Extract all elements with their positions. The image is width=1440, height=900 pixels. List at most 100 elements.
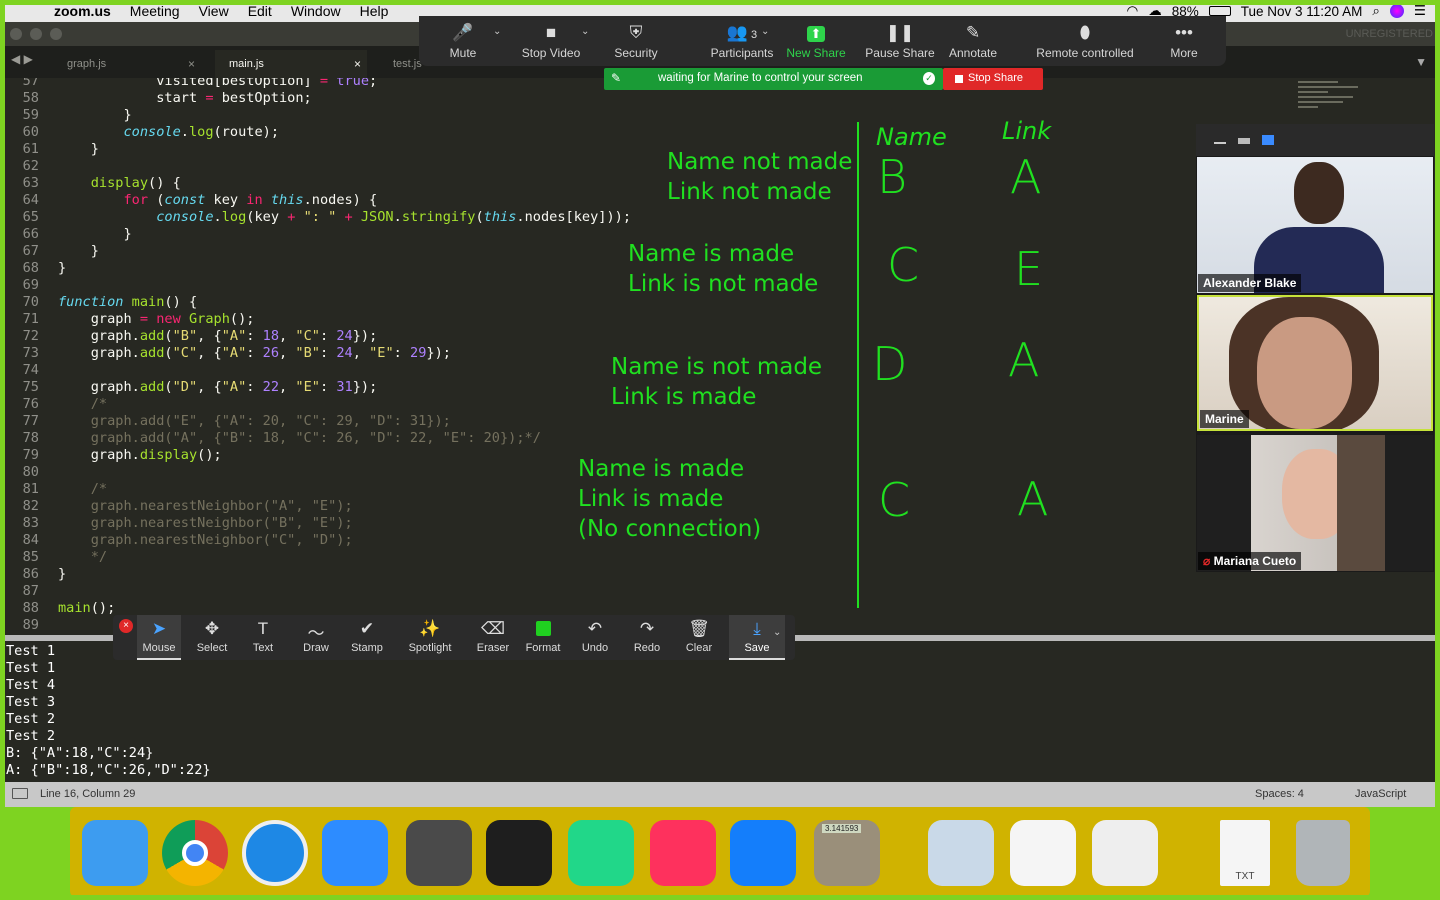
annotate-tool-mouse[interactable]: ➤ Mouse (137, 615, 181, 660)
code-line[interactable]: 58 start = bestOption; (5, 90, 885, 107)
spotlight-search-icon[interactable]: ⌕ (1372, 3, 1380, 19)
menu-help[interactable]: Help (360, 3, 389, 19)
menubar-clock[interactable]: Tue Nov 3 11:20 AM (1241, 4, 1363, 19)
minimize-panel-icon[interactable] (1214, 142, 1226, 144)
terminal-icon[interactable] (486, 820, 552, 886)
code-text: graph.add("D", {"A": 22, "E": 31}); (58, 379, 378, 395)
annotate-tool-draw[interactable]: 〜 Draw (291, 615, 341, 660)
indentation-setting[interactable]: Spaces: 4 (1255, 788, 1304, 800)
gallery-view-icon[interactable] (1238, 138, 1250, 144)
code-line[interactable]: 65 console.log(key + ": " + JSON.stringi… (5, 209, 885, 226)
tab-close-icon[interactable]: × (354, 57, 361, 71)
toolbar-mute-button[interactable]: 🎤 Mute (427, 16, 499, 66)
code-line[interactable]: 60 console.log(route); (5, 124, 885, 141)
finder-icon[interactable] (82, 820, 148, 886)
annotate-tool-text[interactable]: T Text (239, 615, 287, 660)
syntax-language[interactable]: JavaScript (1355, 788, 1406, 800)
toolbar-remote-controlled-button[interactable]: ⬮ Remote controlled (1022, 16, 1148, 66)
chrome-icon[interactable] (162, 820, 228, 886)
draw-icon: 〜 (307, 624, 325, 643)
notification-center-icon[interactable]: ☰ (1414, 3, 1426, 19)
textedit-icon[interactable] (1092, 820, 1158, 886)
video-tile-marine[interactable]: Marine (1197, 295, 1433, 431)
tab-close-icon[interactable]: × (188, 57, 195, 71)
line-number: 84 (22, 532, 39, 548)
preview-icon[interactable] (928, 820, 994, 886)
annotation-name-1: B (877, 150, 908, 204)
code-line[interactable]: 71 graph = new Graph(); (5, 311, 885, 328)
share-screen-icon: ⬆ (781, 16, 851, 46)
toolbar-pause-share-button[interactable]: ❚❚ Pause Share (859, 16, 941, 66)
file-type-label: TXT (1235, 871, 1255, 882)
annotate-tool-format[interactable]: Format (519, 615, 567, 660)
menu-meeting[interactable]: Meeting (130, 3, 180, 19)
annotate-tool-spotlight[interactable]: ✨ Spotlight (397, 615, 463, 660)
close-annotation-icon[interactable]: × (119, 619, 133, 633)
trash-icon[interactable] (1296, 820, 1350, 886)
annotation-header-link: Link (1002, 117, 1052, 145)
speaker-view-icon[interactable] (1262, 135, 1274, 145)
xcode-icon[interactable] (730, 820, 796, 886)
annotation-block-2: Name is made Link is not made (628, 241, 819, 297)
console-toggle-icon[interactable] (12, 788, 28, 799)
annotate-tool-undo[interactable]: ↶ Undo (569, 615, 621, 660)
toolbar-annotate-button[interactable]: ✎ Annotate (943, 16, 1003, 66)
console-line: A: {"B":18,"C":26,"D":22} (6, 762, 211, 778)
mute-options-chevron-icon[interactable]: ⌄ (493, 26, 501, 37)
code-line[interactable]: 72 graph.add("B", {"A": 18, "C": 24}); (5, 328, 885, 345)
toolbar-security-button[interactable]: ⛨ Security (609, 16, 663, 66)
stop-share-button[interactable]: Stop Share (943, 68, 1043, 90)
reminders-icon[interactable] (1010, 820, 1076, 886)
code-line[interactable]: 78 graph.add("A", {"B": 18, "C": 26, "D"… (5, 430, 885, 447)
code-line[interactable]: 87 (5, 583, 885, 600)
code-text: graph.add("E", {"A": 20, "C": 29, "D": 3… (90, 413, 451, 429)
window-minimize-button[interactable] (30, 28, 42, 40)
line-number: 88 (22, 600, 39, 616)
annotate-tool-clear[interactable]: 🗑 Clear (673, 615, 725, 660)
annotate-tool-redo[interactable]: ↷ Redo (621, 615, 673, 660)
pycharm-icon[interactable] (568, 820, 634, 886)
code-line[interactable]: 86} (5, 566, 885, 583)
line-number: 65 (22, 209, 39, 225)
code-text: main(); (58, 600, 116, 616)
menu-app-zoom[interactable]: zoom.us (54, 3, 111, 19)
calculator-icon[interactable]: 3.141593 (814, 820, 880, 886)
tab-main-js[interactable]: main.js × (215, 50, 367, 78)
video-options-chevron-icon[interactable]: ⌄ (581, 26, 589, 37)
toolbar-stop-video-button[interactable]: ■ Stop Video (507, 16, 595, 66)
menu-window[interactable]: Window (291, 3, 341, 19)
tab-graph-js[interactable]: graph.js × (53, 50, 201, 78)
toolbar-more-button[interactable]: ••• More (1154, 16, 1214, 66)
code-line[interactable]: 77 graph.add("E", {"A": 20, "C": 29, "D"… (5, 413, 885, 430)
video-tile-mariana[interactable]: ⌀ Mariana Cueto (1197, 435, 1433, 571)
toolbar-label: Stop Video (521, 46, 581, 60)
code-line[interactable]: 85 */ (5, 549, 885, 566)
mouse-pointer-icon: ➤ (151, 619, 167, 638)
video-tile-alexander[interactable]: Alexander Blake (1197, 157, 1433, 293)
window-close-button[interactable] (10, 28, 22, 40)
menu-view[interactable]: View (199, 3, 229, 19)
console-line: Test 4 (6, 677, 56, 693)
toolbar-new-share-button[interactable]: ⬆ New Share (781, 16, 851, 66)
annotate-tool-stamp[interactable]: ✔ Stamp (343, 615, 391, 660)
intellij-icon[interactable] (650, 820, 716, 886)
participants-chevron-icon[interactable]: ⌄ (761, 26, 769, 37)
toolbar-label: Remote controlled (1036, 46, 1134, 60)
annotate-tool-select[interactable]: ✥ Select (189, 615, 235, 660)
line-number: 74 (22, 362, 39, 378)
battery-icon[interactable] (1208, 6, 1231, 16)
save-options-chevron-icon[interactable]: ⌄ (773, 627, 781, 638)
sublime-text-icon[interactable] (406, 820, 472, 886)
siri-icon[interactable] (1389, 4, 1404, 18)
line-number: 73 (22, 345, 39, 361)
tab-overflow-menu-icon[interactable]: ▼ (1415, 55, 1427, 69)
annotate-tool-eraser[interactable]: ⌫ Eraser (467, 615, 519, 660)
tab-nav-arrows-icon[interactable]: ◀ ▶ (11, 52, 33, 66)
menu-edit[interactable]: Edit (248, 3, 272, 19)
code-line[interactable]: 59 } (5, 107, 885, 124)
code-text: visited[bestOption] = true; (58, 78, 378, 89)
zoom-app-icon[interactable] (322, 820, 388, 886)
safari-icon[interactable] (242, 820, 308, 886)
txt-file-icon[interactable]: TXT (1220, 820, 1270, 886)
window-zoom-button[interactable] (50, 28, 62, 40)
